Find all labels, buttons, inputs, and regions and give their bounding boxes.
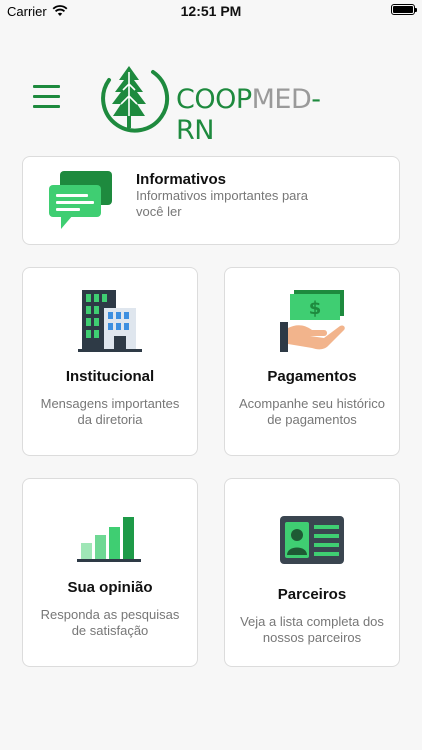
pine-tree-logo-icon [101,66,170,133]
institucional-description: Mensagens importantes da diretoria [40,396,180,427]
informativos-description: Informativos importantes para você ler [136,188,308,219]
sua-opiniao-description: Responda as pesquisas de satisfação [40,607,180,638]
institucional-card[interactable]: Institucional Mensagens importantes da d… [22,267,198,456]
parceiros-description: Veja a lista completa dos nossos parceir… [240,614,384,645]
app-logo: COOPMED-RN [95,60,355,146]
institucional-title: Institucional [65,368,155,385]
battery-icon [391,4,417,15]
hamburger-menu-icon[interactable] [33,85,60,111]
logo-part-coop: COOP [176,84,252,115]
building-icon [23,288,197,354]
status-time: 12:51 PM [180,3,242,19]
informativos-title: Informativos [136,171,227,188]
pagamentos-card[interactable]: $ Pagamentos Acompanhe seu histórico de … [224,267,400,456]
sua-opiniao-title: Sua opinião [67,579,153,596]
logo-wordmark: COOPMED-RN [176,84,355,146]
sua-opiniao-card[interactable]: Sua opinião Responda as pesquisas de sat… [22,478,198,667]
money-hand-icon: $ [225,288,399,354]
logo-part-med: MED [251,84,312,115]
chat-bubbles-icon [47,169,113,236]
informativos-card[interactable]: Informativos Informativos importantes pa… [22,156,400,245]
pagamentos-title: Pagamentos [267,368,357,385]
bar-chart-icon [23,513,197,563]
pagamentos-description: Acompanhe seu histórico de pagamentos [239,396,385,427]
parceiros-card[interactable]: Parceiros Veja a lista completa dos noss… [224,478,400,667]
id-card-icon [225,515,399,565]
status-bar: Carrier 12:51 PM [0,0,422,22]
svg-text:$: $ [309,298,322,319]
parceiros-title: Parceiros [277,586,347,603]
